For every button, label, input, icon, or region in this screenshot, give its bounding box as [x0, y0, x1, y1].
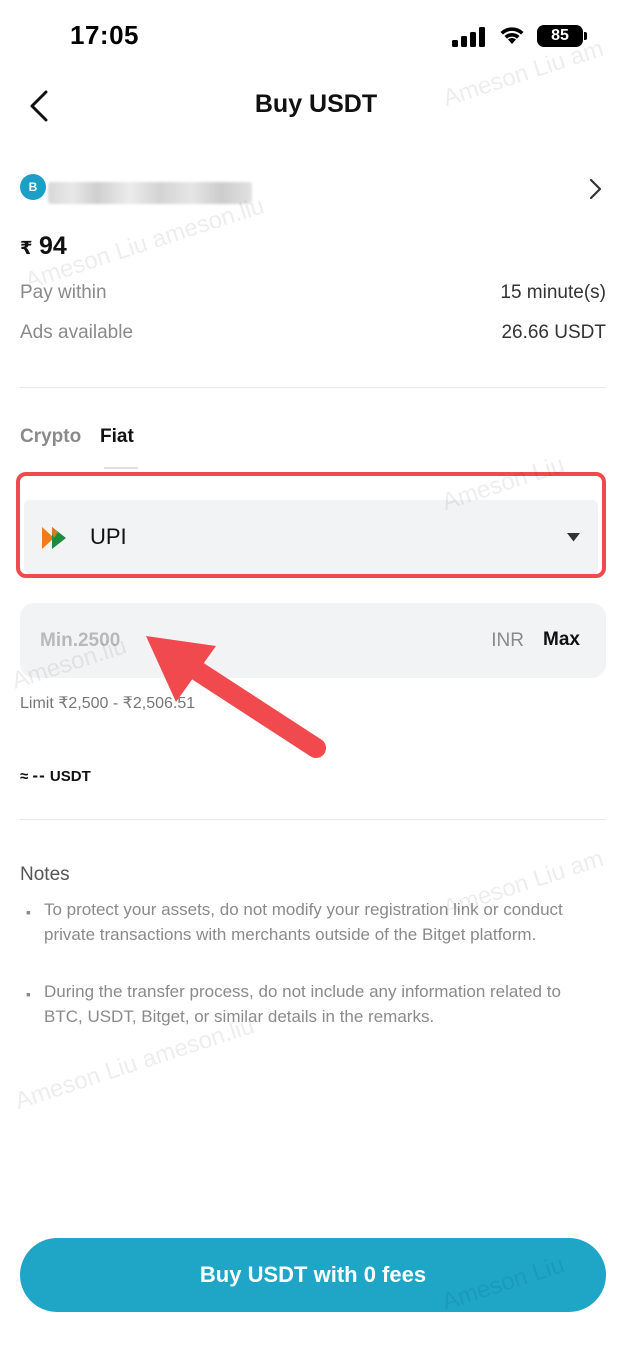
note-bullet: ▪ — [26, 904, 31, 920]
merchant-row[interactable]: B — [20, 170, 612, 210]
signal-icon — [452, 27, 485, 47]
limit-text: Limit ₹2,500 - ₹2,506.51 — [20, 695, 196, 712]
chevron-right-icon[interactable] — [588, 176, 604, 202]
pay-within-row: Pay within 15 minute(s) — [20, 282, 606, 308]
price-value: 94 — [38, 232, 67, 260]
note-item: To protect your assets, do not modify yo… — [44, 900, 563, 944]
tab-crypto[interactable]: Crypto — [20, 426, 81, 448]
status-time: 17:05 — [70, 20, 139, 50]
estimate-unit: USDT — [49, 768, 91, 785]
battery-tip — [584, 32, 587, 40]
merchant-name-redacted — [48, 182, 252, 204]
wifi-icon — [500, 27, 524, 44]
max-button[interactable]: Max — [543, 629, 580, 651]
battery-indicator: 85 — [537, 25, 583, 47]
highlight-annotation-box — [16, 472, 606, 578]
divider — [20, 387, 606, 388]
note-item: During the transfer process, do not incl… — [44, 982, 561, 1026]
amount-field[interactable]: INR Max — [20, 603, 606, 678]
amount-currency: INR — [491, 630, 524, 651]
ads-available-label: Ads available — [20, 322, 134, 343]
divider — [20, 819, 606, 820]
amount-input[interactable] — [40, 625, 340, 657]
pay-within-label: Pay within — [20, 282, 107, 303]
ads-available-row: Ads available 26.66 USDT — [20, 322, 606, 348]
estimate-prefix: ≈ — [20, 768, 29, 785]
tab-fiat[interactable]: Fiat — [100, 426, 134, 448]
notes-title: Notes — [20, 864, 70, 885]
price-currency: ₹ — [20, 238, 33, 258]
price: ₹ 94 — [20, 232, 67, 261]
ads-available-value: 26.66 USDT — [501, 322, 606, 343]
tab-active-indicator — [104, 467, 138, 469]
page-title: Buy USDT — [254, 90, 378, 118]
estimate-value: -- — [32, 766, 46, 785]
buy-button[interactable]: Buy USDT with 0 fees — [20, 1238, 606, 1312]
usdt-estimate: ≈ -- USDT — [20, 766, 91, 786]
note-bullet: ▪ — [26, 986, 31, 1002]
status-bar: 17:05 85 — [0, 0, 632, 72]
pay-within-value: 15 minute(s) — [500, 282, 606, 303]
merchant-avatar: B — [20, 174, 46, 200]
